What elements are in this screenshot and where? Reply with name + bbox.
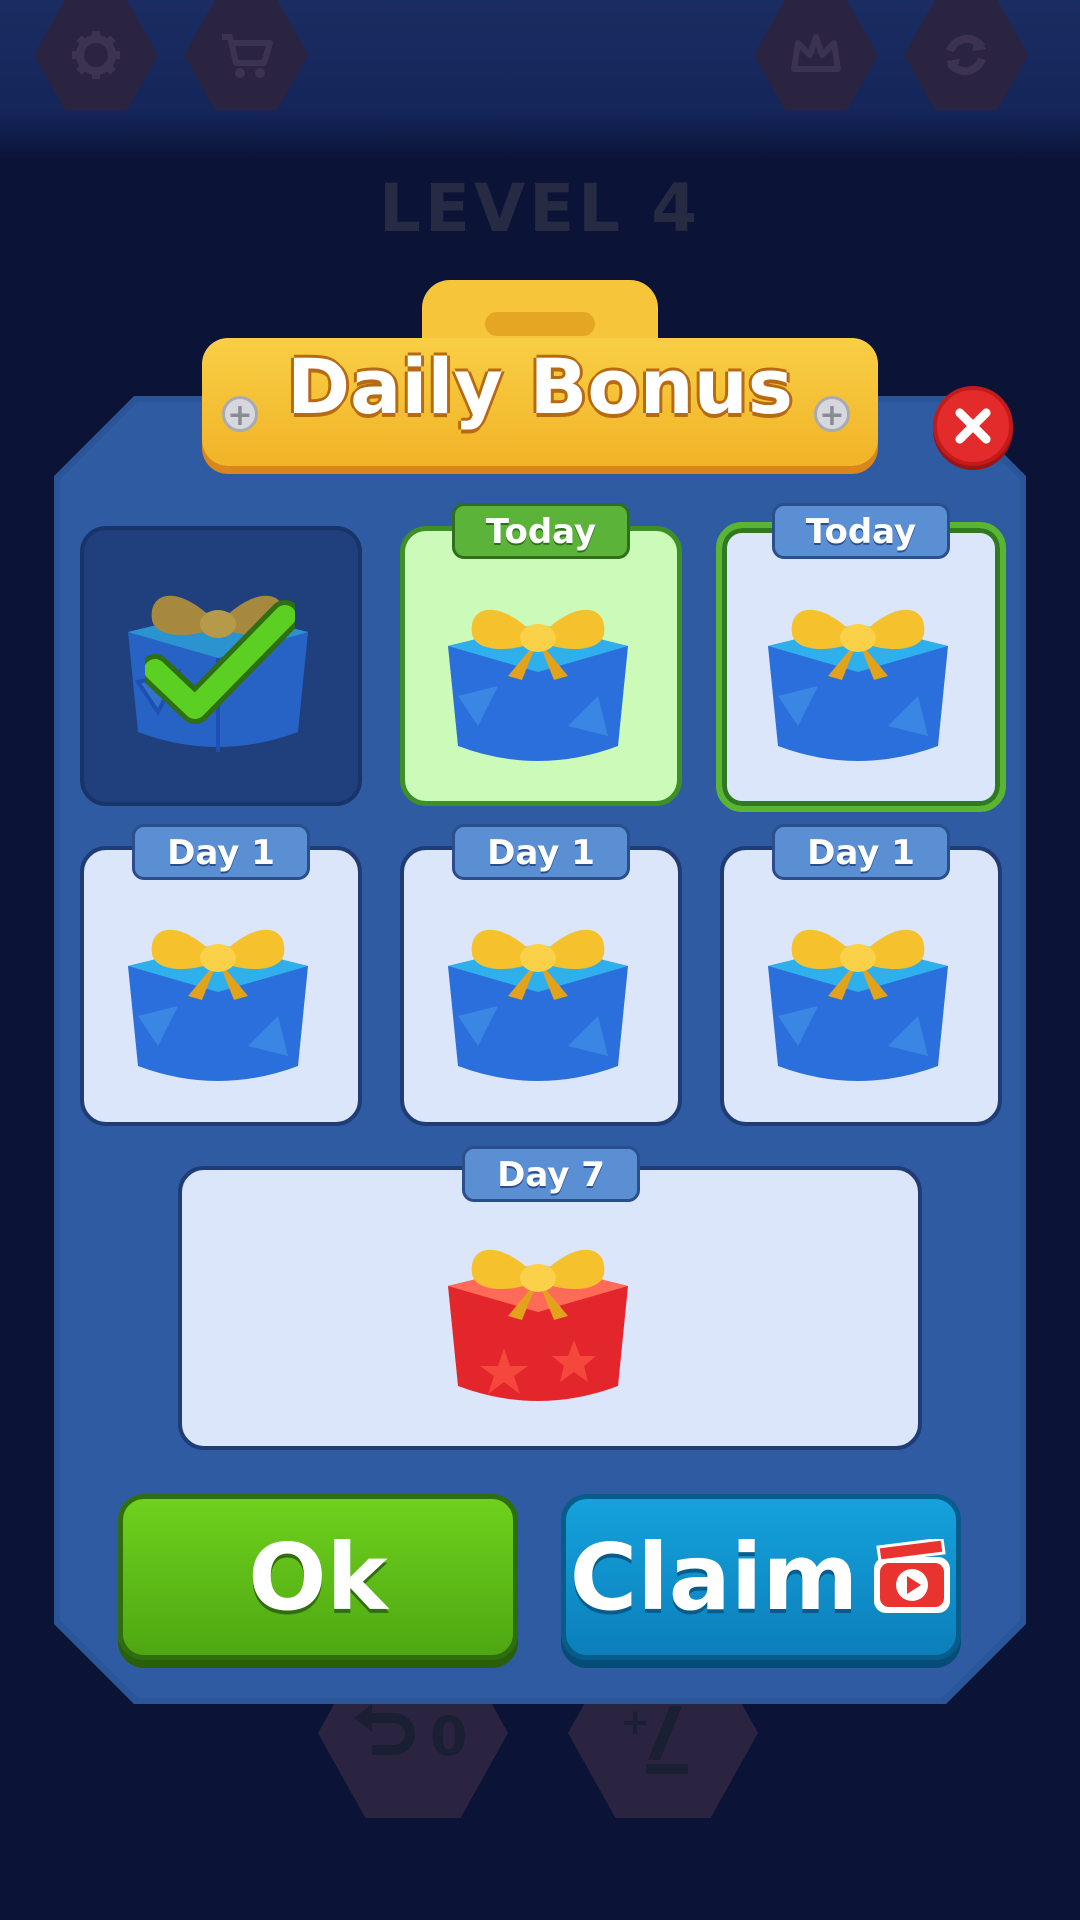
crown-icon bbox=[791, 34, 841, 72]
undo-icon bbox=[354, 1704, 415, 1755]
claim-button-label: Claim bbox=[569, 1523, 859, 1631]
title-plate-slot bbox=[485, 312, 595, 336]
bolt-icon: + bbox=[814, 396, 850, 433]
top-hud-background bbox=[0, 0, 1080, 160]
gift-icon bbox=[438, 576, 638, 788]
close-button[interactable] bbox=[933, 386, 1013, 466]
level-label: LEVEL 4 bbox=[378, 170, 702, 247]
svg-text:+: + bbox=[620, 1702, 650, 1743]
reward-day-tag: Day 1 bbox=[772, 824, 950, 880]
dialog-title-plate: Daily Bonus + + bbox=[202, 280, 878, 484]
red-gift-icon bbox=[438, 1216, 638, 1428]
gear-icon bbox=[72, 31, 120, 79]
gift-icon bbox=[438, 896, 638, 1108]
add-piece-icon: + bbox=[620, 1702, 688, 1774]
close-icon bbox=[955, 408, 991, 444]
reward-day-tag: Day 7 bbox=[462, 1146, 640, 1202]
ok-button[interactable]: Ok bbox=[118, 1494, 518, 1660]
gift-icon bbox=[758, 576, 958, 788]
refresh-icon bbox=[946, 34, 986, 76]
ok-button-label: Ok bbox=[248, 1523, 388, 1631]
gift-icon bbox=[118, 896, 318, 1108]
dialog-title: Daily Bonus bbox=[286, 342, 794, 431]
cart-icon bbox=[222, 34, 273, 78]
gift-icon bbox=[758, 896, 958, 1108]
reward-day-tag: Today bbox=[452, 503, 630, 559]
video-ad-icon bbox=[874, 1539, 951, 1613]
claim-button[interactable]: Claim bbox=[561, 1494, 961, 1660]
claimed-check-icon bbox=[145, 600, 295, 724]
reward-day-tag: Day 1 bbox=[452, 824, 630, 880]
reward-day-tag: Day 1 bbox=[132, 824, 310, 880]
bolt-icon: + bbox=[222, 396, 258, 433]
undo-count: 0 bbox=[430, 1705, 468, 1768]
reward-day-tag: Today bbox=[772, 503, 950, 559]
